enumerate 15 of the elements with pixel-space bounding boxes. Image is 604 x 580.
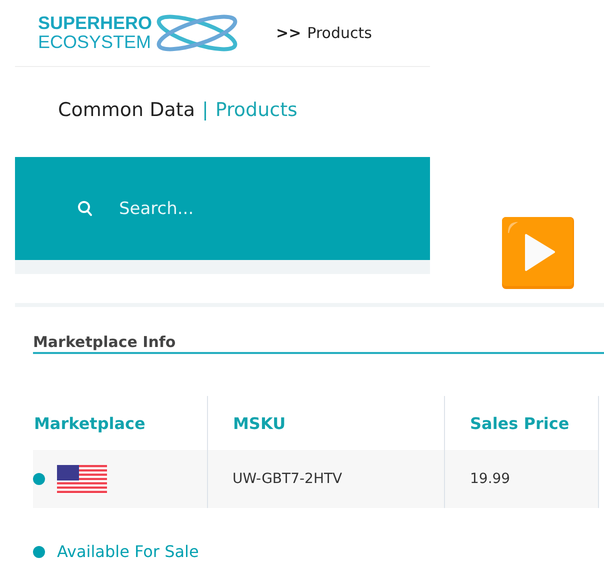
table-cell: 19.99 <box>444 450 598 508</box>
section-title: Common Data <box>58 99 195 123</box>
page-title: Products <box>215 99 298 123</box>
logo-subtext: ECOSYSTEM <box>38 33 152 52</box>
title-separator: | <box>202 99 208 123</box>
legend-label: Available For Sale <box>57 542 199 561</box>
flag-icon <box>57 464 107 494</box>
logo-text: SUPERHERO <box>38 14 152 33</box>
search-icon <box>77 200 93 217</box>
panel-title: Marketplace Info <box>33 332 177 352</box>
breadcrumb-separator: >> <box>276 24 302 42</box>
table-cell: UW-GBT7-2HTV <box>208 450 444 508</box>
play-button[interactable] <box>502 217 574 289</box>
search-field[interactable]: Search... <box>117 198 371 220</box>
breadcrumb-item[interactable]: Products <box>307 24 372 42</box>
